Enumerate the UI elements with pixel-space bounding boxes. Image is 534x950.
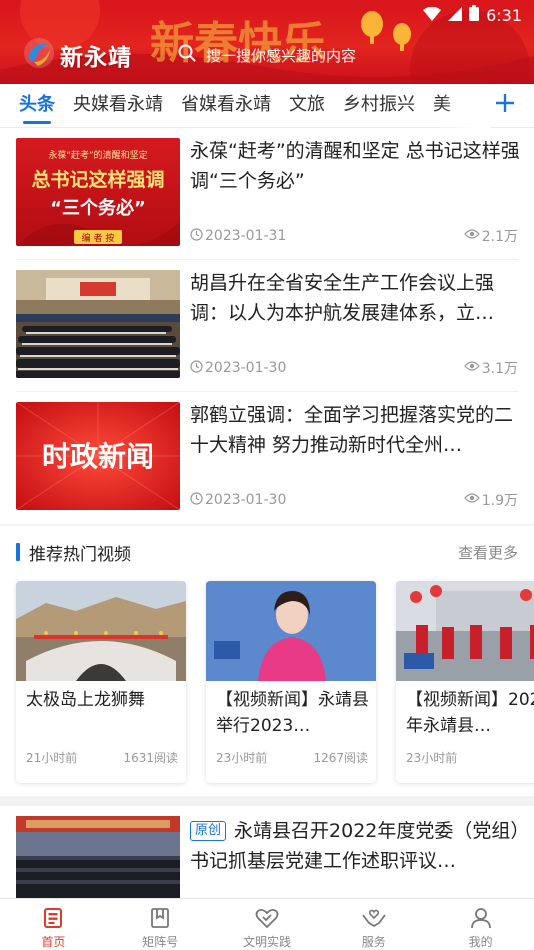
video-title: 【视频新闻】永靖县举行2023…: [216, 690, 369, 736]
clock-icon: [190, 491, 203, 509]
video-card[interactable]: 【视频新闻】2023年永靖县… 23小时前 817: [396, 581, 534, 783]
news-item[interactable]: 胡昌升在全省安全生产工作会议上强调：以人为本护航发展建体系，立… 2023-01…: [16, 260, 518, 392]
tab-provincial-media[interactable]: 省媒看永靖: [181, 84, 271, 128]
video-title: 【视频新闻】2023年永靖县…: [406, 690, 534, 736]
news-item[interactable]: 永葆“赶考”的清醒和坚定 总书记这样强调 “三个务必” 编 者 按 永葆“赶考”…: [16, 128, 520, 260]
wifi-icon: [423, 6, 442, 25]
nav-label: 我的: [468, 935, 493, 949]
nav-label: 首页: [41, 935, 66, 949]
tab-headlines[interactable]: 头条: [19, 84, 55, 128]
news-date: 2023-01-30: [205, 492, 287, 508]
news-thumbnail: [16, 270, 180, 378]
news-thumbnail: 时政新闻: [16, 402, 180, 510]
signal-icon: [448, 6, 463, 25]
video-time: 21小时前: [26, 751, 78, 765]
video-meta: 21小时前 1631阅读: [26, 749, 178, 766]
news-thumbnail: 永葆“赶考”的清醒和坚定 总书记这样强调 “三个务必” 编 者 按: [16, 138, 180, 246]
nav-label: 矩阵号: [142, 935, 179, 949]
brand-emblem-icon: [22, 36, 56, 74]
news-item-original[interactable]: 原创 永靖县召开2022年度党委（党组）书记抓基层党建工作述职评议…: [0, 806, 534, 898]
hands-heart-icon: [361, 905, 387, 931]
header-banner: 新春快乐 6:31 新永靖 搜一搜你感兴趣的内容: [0, 0, 534, 84]
video-meta: 23小时前 817: [406, 749, 534, 766]
search-bar[interactable]: 搜一搜你感兴趣的内容: [172, 38, 512, 72]
bookmark-icon: [147, 905, 173, 931]
news-views: 1.9万: [481, 493, 518, 509]
video-time: 23小时前: [406, 751, 458, 765]
hot-video-section: 推荐热门视频 查看更多 太极岛上龙狮舞 21小时前 1631阅读 【视频新闻】永…: [0, 526, 534, 796]
news-list: 永葆“赶考”的清醒和坚定 总书记这样强调 “三个务必” 编 者 按 永葆“赶考”…: [0, 128, 534, 524]
plus-icon: [495, 93, 515, 117]
nav-label: 服务: [361, 935, 386, 949]
news-meta: 2023-01-31 2.1万: [190, 226, 518, 246]
svg-text:编 者 按: 编 者 按: [82, 232, 115, 244]
svg-text:总书记这样强调: 总书记这样强调: [31, 168, 164, 191]
svg-text:永葆“赶考”的清醒和坚定: 永葆“赶考”的清醒和坚定: [48, 149, 147, 161]
battery-icon: [469, 5, 480, 25]
see-more-link[interactable]: 查看更多: [458, 542, 518, 563]
video-thumbnail: [16, 581, 186, 681]
original-badge: 原创: [190, 821, 227, 841]
svg-text:时政新闻: 时政新闻: [42, 440, 154, 473]
news-item[interactable]: 时政新闻 郭鹤立强调：全面学习把握落实党的二十大精神 努力推动新时代全州… 20…: [16, 392, 518, 524]
news-title: 永葆“赶考”的清醒和坚定 总书记这样强调“三个务必”: [190, 140, 520, 192]
brand-name: 新永靖: [60, 45, 132, 71]
news-date: 2023-01-31: [205, 228, 287, 244]
add-channel-button[interactable]: [490, 90, 520, 120]
heart-check-icon: [254, 905, 280, 931]
tab-central-media[interactable]: 央媒看永靖: [73, 84, 163, 128]
clock-icon: [190, 359, 203, 377]
search-icon: [178, 44, 196, 66]
nav-label: 文明实践: [242, 935, 291, 949]
clock-icon: [190, 227, 203, 245]
video-thumbnail: [206, 581, 376, 681]
news-thumbnail: [16, 816, 180, 898]
news-date: 2023-01-30: [205, 360, 287, 376]
section-title: 推荐热门视频: [29, 544, 131, 565]
eye-icon: [463, 492, 480, 508]
news-title: 郭鹤立强调：全面学习把握落实党的二十大精神 努力推动新时代全州…: [190, 404, 514, 456]
news-views: 2.1万: [481, 229, 518, 245]
channel-tabs: 头条 央媒看永靖 省媒看永靖 文旅 乡村振兴 美: [0, 84, 534, 128]
section-accent-bar: [16, 543, 20, 561]
news-title-text: 永靖县召开2022年度党委（党组）书记抓基层党建工作述职评议…: [190, 820, 520, 872]
nav-home[interactable]: 首页: [0, 899, 107, 950]
svg-text:“三个务必”: “三个务必”: [50, 197, 146, 219]
status-bar: 6:31: [423, 4, 522, 26]
status-time: 6:31: [486, 5, 522, 25]
video-reads: 1267阅读: [313, 751, 368, 765]
tab-rural-revitalization[interactable]: 乡村振兴: [343, 84, 415, 128]
nav-mine[interactable]: 我的: [427, 899, 534, 950]
video-card[interactable]: 太极岛上龙狮舞 21小时前 1631阅读: [16, 581, 186, 783]
video-card[interactable]: 【视频新闻】永靖县举行2023… 23小时前 1267阅读: [206, 581, 376, 783]
nav-matrix[interactable]: 矩阵号: [107, 899, 214, 950]
nav-service[interactable]: 服务: [320, 899, 427, 950]
eye-icon: [463, 360, 480, 376]
eye-icon: [463, 228, 480, 244]
home-icon: [40, 905, 66, 931]
news-views: 3.1万: [481, 361, 518, 377]
news-title: 原创 永靖县召开2022年度党委（党组）书记抓基层党建工作述职评议…: [190, 816, 520, 876]
video-reads: 1631阅读: [123, 751, 178, 765]
video-meta: 23小时前 1267阅读: [216, 749, 368, 766]
bottom-navigation: 首页 矩阵号 文明实践 服务 我的: [0, 898, 534, 950]
news-title: 胡昌升在全省安全生产工作会议上强调：以人为本护航发展建体系，立…: [190, 272, 495, 324]
video-time: 23小时前: [216, 751, 268, 765]
video-thumbnail: [396, 581, 534, 681]
tab-culture-tourism[interactable]: 文旅: [289, 84, 325, 128]
brand-logo[interactable]: 新永靖: [22, 36, 132, 74]
nav-civilization[interactable]: 文明实践: [214, 899, 321, 950]
search-placeholder: 搜一搜你感兴趣的内容: [206, 46, 357, 65]
video-title: 太极岛上龙狮舞: [26, 690, 145, 710]
news-meta: 2023-01-30 3.1万: [190, 358, 518, 378]
user-icon: [468, 905, 494, 931]
news-meta: 2023-01-30 1.9万: [190, 490, 518, 510]
